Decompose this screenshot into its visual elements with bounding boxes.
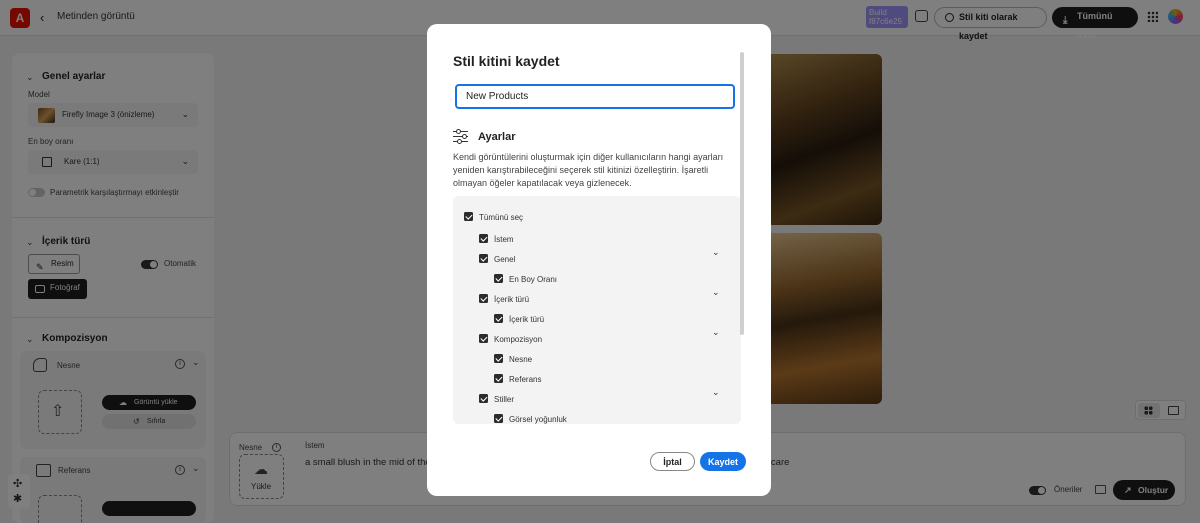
dialog-title: Stil kitini kaydet (453, 53, 560, 69)
checkbox-checked-icon (494, 414, 503, 423)
general-item-label: Genel (494, 255, 516, 264)
visual-intensity-checkbox[interactable]: Görsel yoğunluk (494, 414, 567, 424)
styles-checkbox[interactable]: Stiller (479, 394, 514, 405)
reference-checkbox[interactable]: Referans (494, 374, 541, 385)
aspect-ratio-item-label: En Boy Oranı (509, 275, 558, 284)
checkbox-checked-icon (479, 394, 488, 403)
select-all-label: Tümünü seç (479, 213, 524, 222)
object-checkbox[interactable]: Nesne (494, 354, 532, 365)
save-style-kit-dialog: Stil kitini kaydet Ayarlar Kendi görüntü… (427, 24, 771, 496)
general-checkbox[interactable]: Genel (479, 254, 515, 265)
checkbox-checked-icon (479, 234, 488, 243)
save-button[interactable]: Kaydet (700, 452, 746, 471)
checkbox-checked-icon (494, 274, 503, 283)
chevron-down-icon[interactable]: ⌄ (712, 247, 720, 258)
object-item-label: Nesne (509, 355, 533, 364)
settings-checklist: Tümünü seç İstem Genel ⌄ En Boy Oranı İç… (453, 196, 741, 424)
content-type-checkbox[interactable]: İçerik türü (479, 294, 529, 305)
chevron-down-icon[interactable]: ⌄ (712, 287, 720, 298)
cancel-button[interactable]: İptal (650, 452, 695, 471)
aspect-ratio-checkbox[interactable]: En Boy Oranı (494, 274, 557, 285)
prompt-item-label: İstem (494, 235, 514, 244)
content-type-item-label: İçerik türü (494, 295, 530, 304)
checkbox-checked-icon (479, 254, 488, 263)
settings-heading: Ayarlar (478, 131, 516, 143)
chevron-down-icon[interactable]: ⌄ (712, 387, 720, 398)
checkbox-checked-icon (464, 212, 473, 221)
checkbox-checked-icon (479, 294, 488, 303)
chevron-down-icon[interactable]: ⌄ (712, 327, 720, 338)
checkbox-checked-icon (479, 334, 488, 343)
content-type-sub-checkbox[interactable]: İçerik türü (494, 314, 544, 325)
checkbox-checked-icon (494, 314, 503, 323)
sliders-icon (453, 129, 469, 144)
checkbox-checked-icon (494, 374, 503, 383)
content-type-sub-item-label: İçerik türü (509, 315, 545, 324)
reference-item-label: Referans (509, 375, 542, 384)
style-kit-name-input[interactable] (455, 84, 735, 109)
composition-item-label: Kompozisyon (494, 335, 543, 344)
dialog-scrollbar[interactable] (740, 52, 744, 335)
prompt-checkbox[interactable]: İstem (479, 234, 514, 245)
visual-intensity-item-label: Görsel yoğunluk (509, 415, 567, 424)
checkbox-checked-icon (494, 354, 503, 363)
settings-description: Kendi görüntülerini oluşturmak için diğe… (453, 152, 724, 188)
styles-item-label: Stiller (494, 395, 515, 404)
composition-checkbox[interactable]: Kompozisyon (479, 334, 542, 345)
select-all-checkbox[interactable]: Tümünü seç (464, 212, 523, 223)
